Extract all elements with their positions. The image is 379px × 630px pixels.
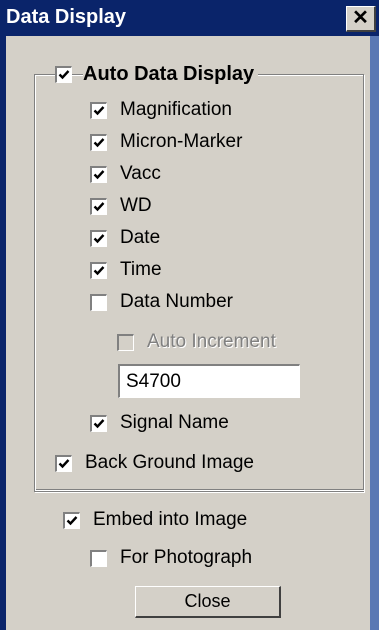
auto-increment-checkbox-row[interactable]: Auto Increment	[117, 330, 276, 354]
for-photograph-checkbox[interactable]	[90, 549, 107, 567]
check-mark-icon	[93, 169, 105, 179]
data-number-input[interactable]	[118, 364, 300, 398]
check-mark-icon	[58, 458, 70, 468]
date-checkbox[interactable]	[90, 229, 107, 247]
wd-label: WD	[120, 195, 152, 216]
micron-marker-checkbox-row[interactable]: Micron-Marker	[90, 130, 242, 154]
magnification-checkbox[interactable]	[90, 101, 107, 119]
data-number-label: Data Number	[120, 291, 233, 312]
magnification-label: Magnification	[120, 99, 232, 120]
for-photograph-checkbox-row[interactable]: For Photograph	[90, 546, 252, 570]
signal-name-label: Signal Name	[120, 412, 229, 433]
back-ground-image-checkbox-row[interactable]: Back Ground Image	[55, 451, 254, 475]
check-mark-icon	[93, 265, 105, 275]
date-label: Date	[120, 227, 161, 248]
embed-into-image-checkbox-row[interactable]: Embed into Image	[63, 508, 247, 532]
back-ground-image-checkbox[interactable]	[55, 454, 72, 472]
check-mark-icon	[93, 201, 105, 211]
micron-marker-label: Micron-Marker	[120, 131, 243, 152]
window-left-border	[0, 36, 6, 630]
signal-name-checkbox-row[interactable]: Signal Name	[90, 411, 229, 435]
auto-increment-label: Auto Increment	[147, 331, 276, 352]
check-mark-icon	[93, 418, 105, 428]
check-mark-icon	[93, 105, 105, 115]
vacc-checkbox[interactable]	[90, 165, 107, 183]
wd-checkbox[interactable]	[90, 197, 107, 215]
check-mark-icon	[93, 233, 105, 243]
group-bottom-separator	[36, 489, 364, 491]
check-mark-icon	[58, 69, 70, 79]
close-button[interactable]: Close	[135, 586, 281, 618]
embed-into-image-checkbox[interactable]	[63, 511, 80, 529]
micron-marker-checkbox[interactable]	[90, 133, 107, 151]
magnification-checkbox-row[interactable]: Magnification	[90, 98, 232, 122]
close-icon: ✕	[352, 7, 369, 29]
check-mark-icon	[66, 515, 78, 525]
window-right-border	[370, 36, 379, 630]
back-ground-image-label: Back Ground Image	[85, 452, 254, 473]
window-title: Data Display	[6, 6, 127, 28]
time-checkbox-row[interactable]: Time	[90, 258, 162, 282]
vacc-label: Vacc	[120, 163, 161, 184]
check-mark-icon	[93, 137, 105, 147]
for-photograph-label: For Photograph	[120, 547, 253, 568]
data-number-checkbox[interactable]	[90, 293, 107, 311]
auto-data-display-checkbox[interactable]	[55, 65, 72, 83]
signal-name-checkbox[interactable]	[90, 414, 107, 432]
data-number-checkbox-row[interactable]: Data Number	[90, 290, 233, 314]
auto-data-display-label: Auto Data Display	[83, 62, 259, 86]
wd-checkbox-row[interactable]: WD	[90, 194, 152, 218]
time-label: Time	[120, 259, 162, 280]
title-bar[interactable]: Data Display ✕	[0, 0, 379, 36]
title-close-button[interactable]: ✕	[346, 6, 376, 32]
date-checkbox-row[interactable]: Date	[90, 226, 160, 250]
auto-data-display-checkbox-row[interactable]: Auto Data Display	[55, 62, 259, 86]
time-checkbox[interactable]	[90, 261, 107, 279]
embed-into-image-label: Embed into Image	[93, 509, 248, 530]
data-display-dialog: Data Display ✕ Auto Data Display Magnifi…	[0, 0, 379, 630]
auto-increment-checkbox[interactable]	[117, 333, 134, 351]
vacc-checkbox-row[interactable]: Vacc	[90, 162, 161, 186]
